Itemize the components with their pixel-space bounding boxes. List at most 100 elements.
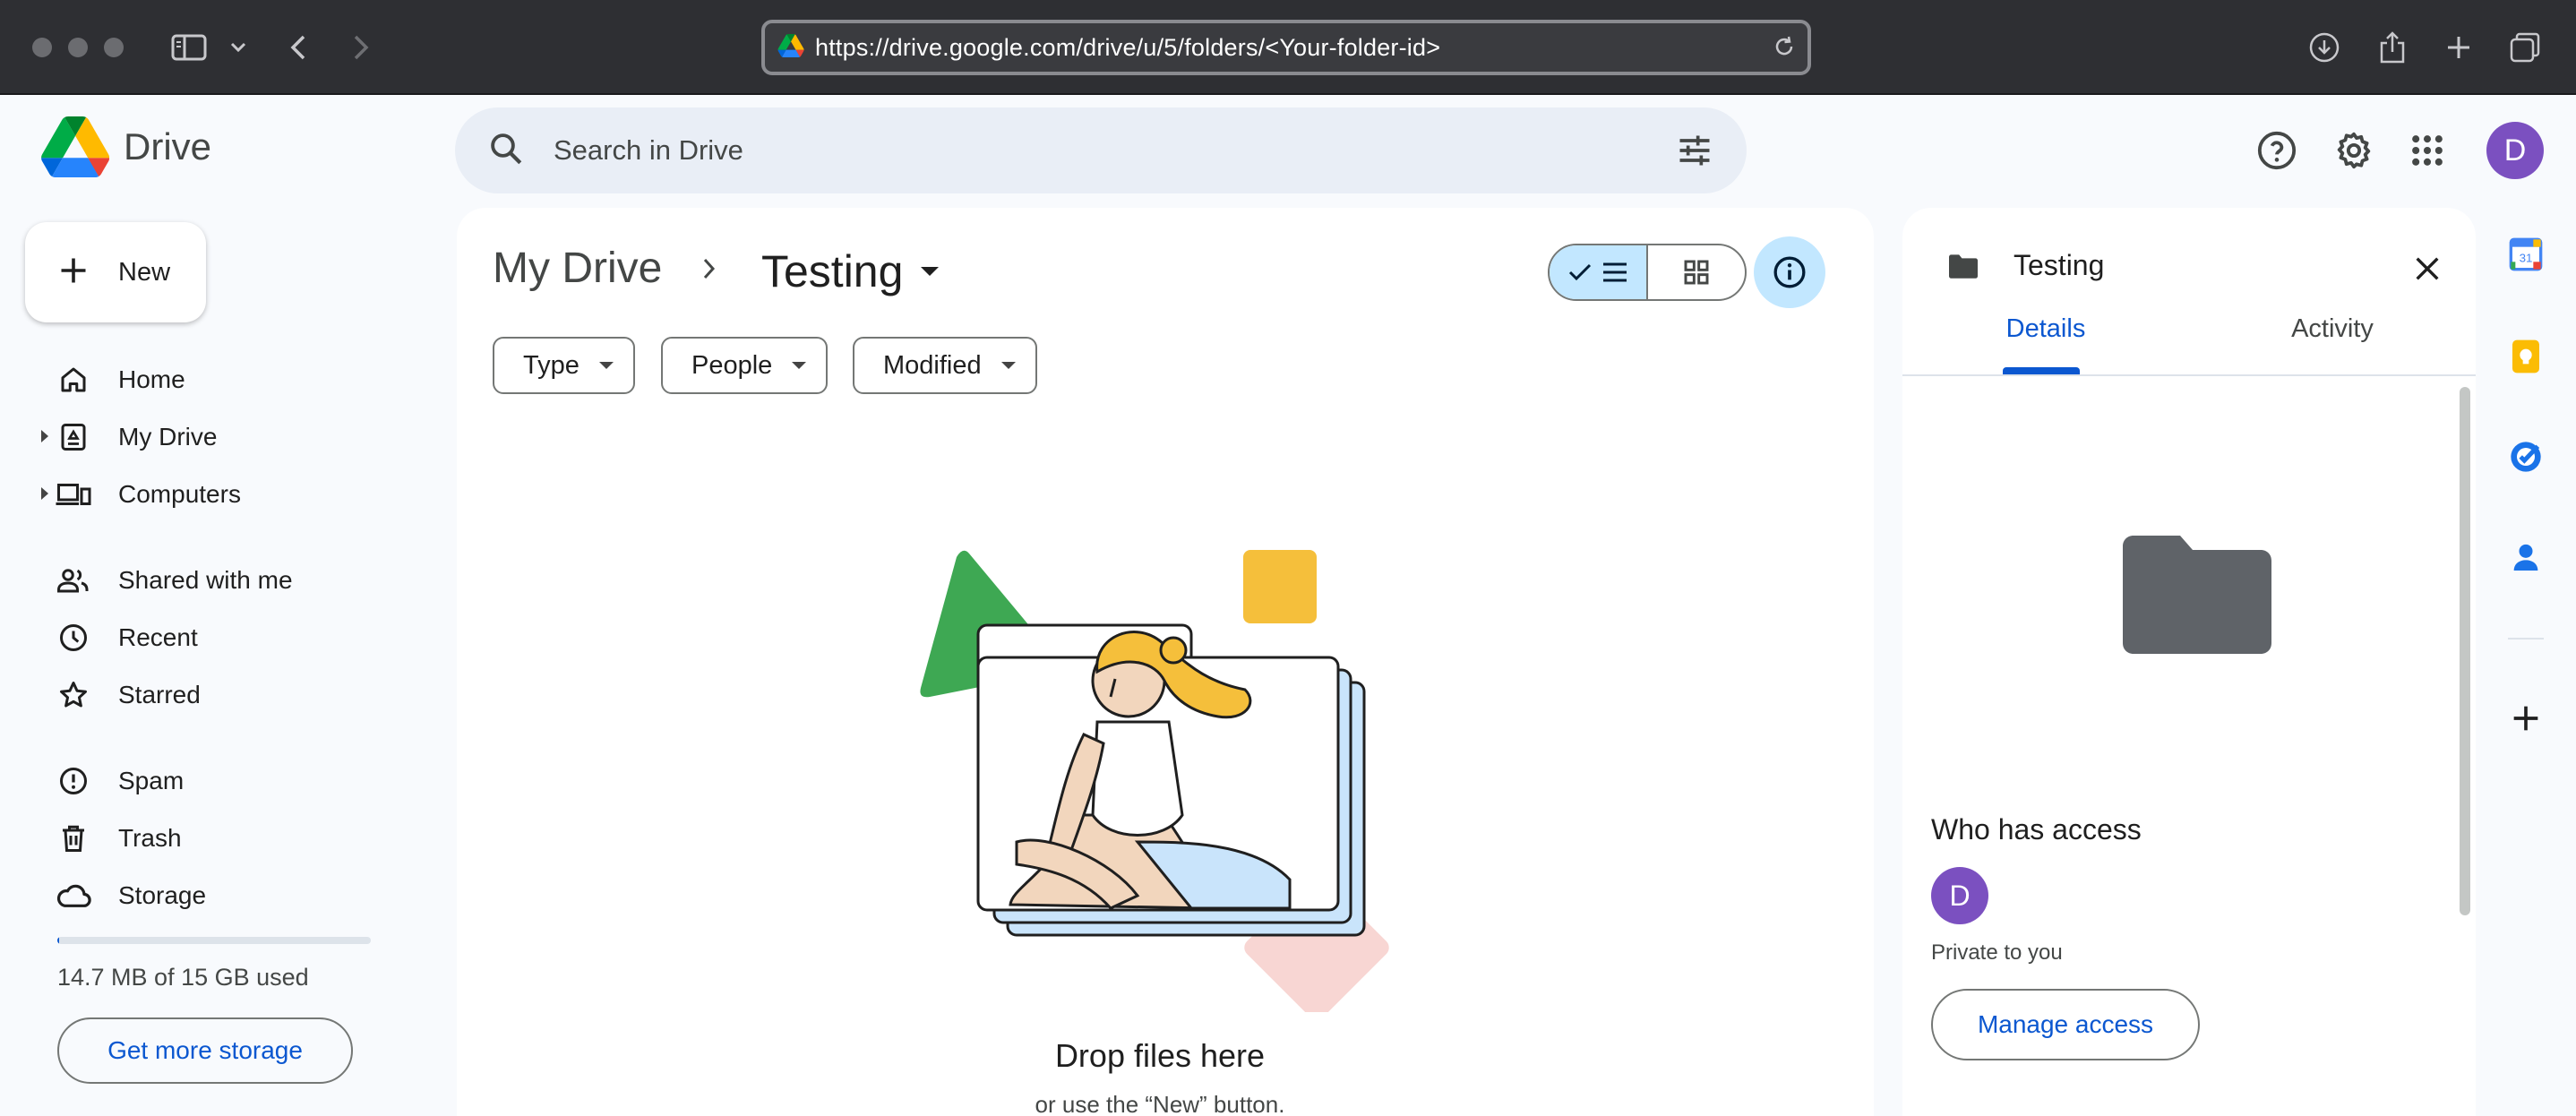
back-icon[interactable] (278, 27, 319, 68)
sidebar-item-computers[interactable]: Computers (54, 469, 241, 519)
chevron-down-icon[interactable] (219, 27, 258, 68)
drive-logo[interactable]: Drive (41, 116, 211, 177)
tab-divider (1902, 374, 2476, 376)
sidebar-item-label: Shared with me (118, 566, 293, 594)
owner-avatar[interactable]: D (1931, 867, 1988, 924)
sidebar-item-label: Storage (118, 881, 207, 909)
drive-logo-icon (41, 116, 109, 177)
new-button[interactable]: New (25, 222, 206, 322)
search-icon[interactable] (487, 130, 525, 172)
computers-icon (54, 475, 93, 514)
contacts-icon[interactable] (2508, 539, 2544, 579)
sidebar-item-label: Spam (118, 767, 185, 794)
address-bar[interactable]: https://drive.google.com/drive/u/5/folde… (761, 20, 1811, 75)
tasks-icon[interactable] (2508, 439, 2544, 479)
sidebar-item-label: My Drive (118, 423, 218, 451)
reload-icon[interactable] (1772, 34, 1797, 64)
sidebar-item-home[interactable]: Home (54, 355, 185, 405)
details-panel: Testing Details Activity Who has access … (1902, 208, 2476, 1116)
filter-label: Type (523, 350, 580, 380)
grid-view-button[interactable] (1648, 245, 1745, 299)
info-icon (1773, 256, 1806, 288)
new-tab-icon[interactable] (2438, 27, 2479, 68)
clock-icon (54, 618, 93, 657)
sidebar-item-label: Starred (118, 681, 201, 708)
access-status-text: Private to you (1931, 940, 2063, 965)
storage-usage-text: 14.7 MB of 15 GB used (57, 964, 309, 991)
filter-modified-chip[interactable]: Modified (853, 337, 1037, 394)
url-text: https://drive.google.com/drive/u/5/folde… (815, 33, 1441, 61)
details-folder-name: Testing (2014, 249, 2105, 281)
browser-toolbar: https://drive.google.com/drive/u/5/folde… (0, 0, 2576, 95)
dropdown-caret-icon (792, 362, 807, 369)
cloud-icon (54, 876, 93, 915)
spam-icon (54, 761, 93, 801)
tab-overview-icon[interactable] (2504, 27, 2546, 68)
details-scrollbar[interactable] (2460, 387, 2470, 915)
expand-computers-caret[interactable] (41, 487, 48, 500)
calendar-icon[interactable]: 31 (2508, 236, 2544, 277)
my-drive-icon (54, 417, 93, 457)
filter-type-chip[interactable]: Type (493, 337, 635, 394)
who-has-access-heading: Who has access (1931, 813, 2142, 846)
folder-menu-caret-icon (921, 267, 940, 276)
sidebar-item-trash[interactable]: Trash (54, 813, 182, 863)
sidebar-toggle-icon[interactable] (168, 27, 210, 68)
app-name: Drive (124, 125, 212, 167)
details-info-button[interactable] (1754, 236, 1825, 308)
sidebar-item-starred[interactable]: Starred (54, 670, 201, 720)
sidebar-item-shared[interactable]: Shared with me (54, 555, 293, 605)
grid-view-icon (1684, 260, 1709, 285)
close-window-button[interactable] (32, 38, 52, 57)
breadcrumb-current-folder[interactable]: Testing (761, 240, 940, 303)
get-more-storage-button[interactable]: Get more storage (57, 1017, 353, 1084)
forward-icon[interactable] (340, 27, 382, 68)
filter-label: People (691, 350, 773, 380)
expand-my-drive-caret[interactable] (41, 430, 48, 442)
view-toggle (1548, 244, 1747, 301)
help-icon[interactable] (2252, 125, 2302, 176)
tab-details[interactable]: Details (1902, 283, 2189, 374)
manage-access-button[interactable]: Manage access (1931, 989, 2200, 1060)
current-folder-name: Testing (761, 246, 904, 296)
svg-text:31: 31 (2520, 251, 2533, 264)
zoom-window-button[interactable] (104, 38, 124, 57)
downloads-icon[interactable] (2304, 27, 2345, 68)
minimize-window-button[interactable] (68, 38, 88, 57)
folder-icon (1945, 253, 1981, 286)
search-input[interactable]: Search in Drive (554, 134, 743, 167)
home-icon (54, 360, 93, 399)
trash-icon (54, 819, 93, 858)
sidebar-item-recent[interactable]: Recent (54, 613, 198, 663)
sidebar-item-label: Recent (118, 623, 198, 651)
dropdown-caret-icon (1000, 362, 1016, 369)
sidebar-item-storage[interactable]: Storage (54, 871, 206, 921)
list-view-button[interactable] (1550, 245, 1648, 299)
account-avatar[interactable]: D (2486, 122, 2544, 179)
sidebar-item-my-drive[interactable]: My Drive (54, 412, 217, 462)
settings-gear-icon[interactable] (2329, 125, 2379, 176)
tab-activity[interactable]: Activity (2189, 283, 2476, 374)
storage-meter-fill (57, 937, 60, 944)
share-icon[interactable] (2372, 27, 2413, 68)
sidebar-item-label: Computers (118, 480, 241, 508)
empty-folder-illustration (914, 546, 1406, 1020)
breadcrumb-my-drive[interactable]: My Drive (493, 244, 662, 293)
check-icon (1568, 263, 1592, 281)
drive-favicon-icon (777, 33, 804, 62)
shared-icon (54, 561, 93, 600)
add-app-plus-icon[interactable] (2508, 700, 2544, 741)
dropdown-caret-icon (598, 362, 614, 369)
filter-people-chip[interactable]: People (661, 337, 829, 394)
plus-icon (57, 254, 90, 291)
sidebar-item-label: Home (118, 365, 185, 393)
empty-state-subtitle: or use the “New” button. (1035, 1091, 1285, 1116)
search-bar[interactable]: Search in Drive (455, 107, 1747, 193)
empty-state-title: Drop files here (1054, 1037, 1266, 1074)
keep-icon[interactable] (2508, 339, 2544, 379)
apps-grid-icon[interactable] (2408, 131, 2447, 170)
search-options-icon[interactable] (1675, 131, 1714, 175)
active-tab-indicator (2003, 367, 2080, 374)
large-folder-icon (2123, 536, 2271, 658)
sidebar-item-spam[interactable]: Spam (54, 756, 184, 806)
